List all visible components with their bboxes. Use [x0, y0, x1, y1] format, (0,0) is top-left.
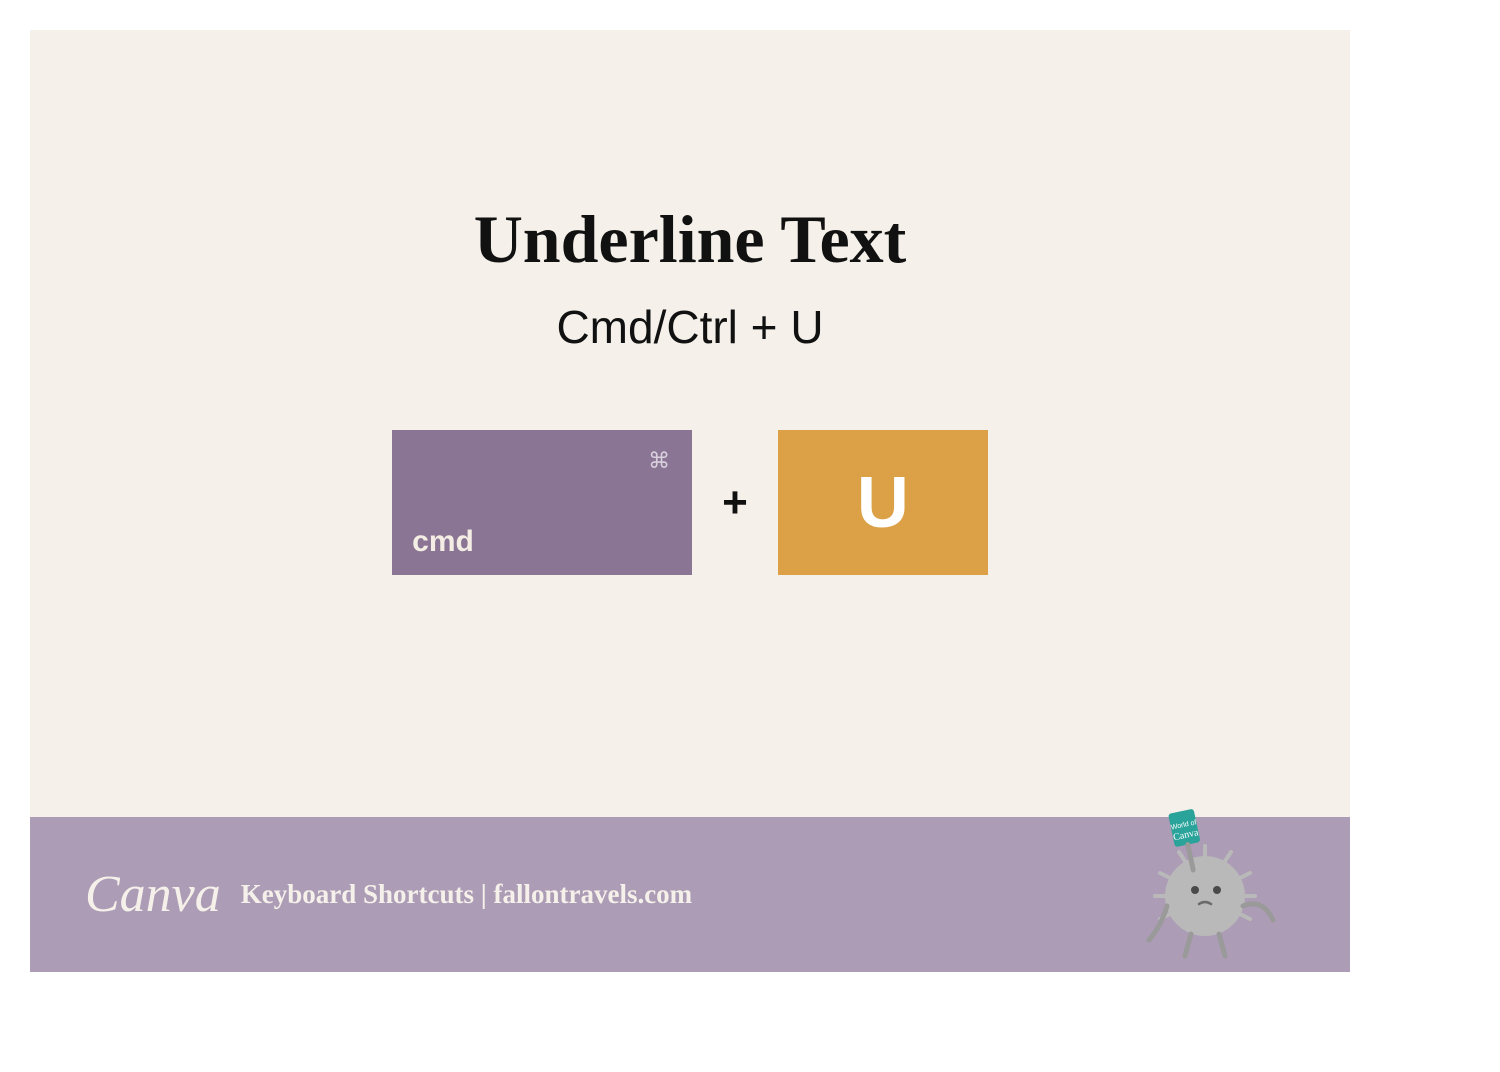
u-key-label: U: [857, 462, 909, 544]
command-icon: ⌘: [648, 448, 670, 474]
page-container: Underline Text Cmd/Ctrl + U ⌘ cmd + U Ca…: [0, 0, 1500, 1072]
keys-row: ⌘ cmd + U: [30, 430, 1350, 575]
cmd-key: ⌘ cmd: [392, 430, 692, 575]
mascot-icon: World of Canva: [1120, 804, 1290, 964]
shortcut-subtitle: Cmd/Ctrl + U: [30, 300, 1350, 354]
shortcut-title: Underline Text: [30, 200, 1350, 279]
canva-logo: Canva: [85, 865, 221, 924]
u-key: U: [778, 430, 988, 575]
cmd-key-label: cmd: [412, 525, 474, 559]
shortcut-card: Underline Text Cmd/Ctrl + U ⌘ cmd + U Ca…: [30, 30, 1350, 972]
footer-bar: Canva Keyboard Shortcuts | fallontravels…: [30, 817, 1350, 972]
plus-symbol: +: [722, 478, 748, 528]
footer-text: Keyboard Shortcuts | fallontravels.com: [241, 879, 692, 910]
